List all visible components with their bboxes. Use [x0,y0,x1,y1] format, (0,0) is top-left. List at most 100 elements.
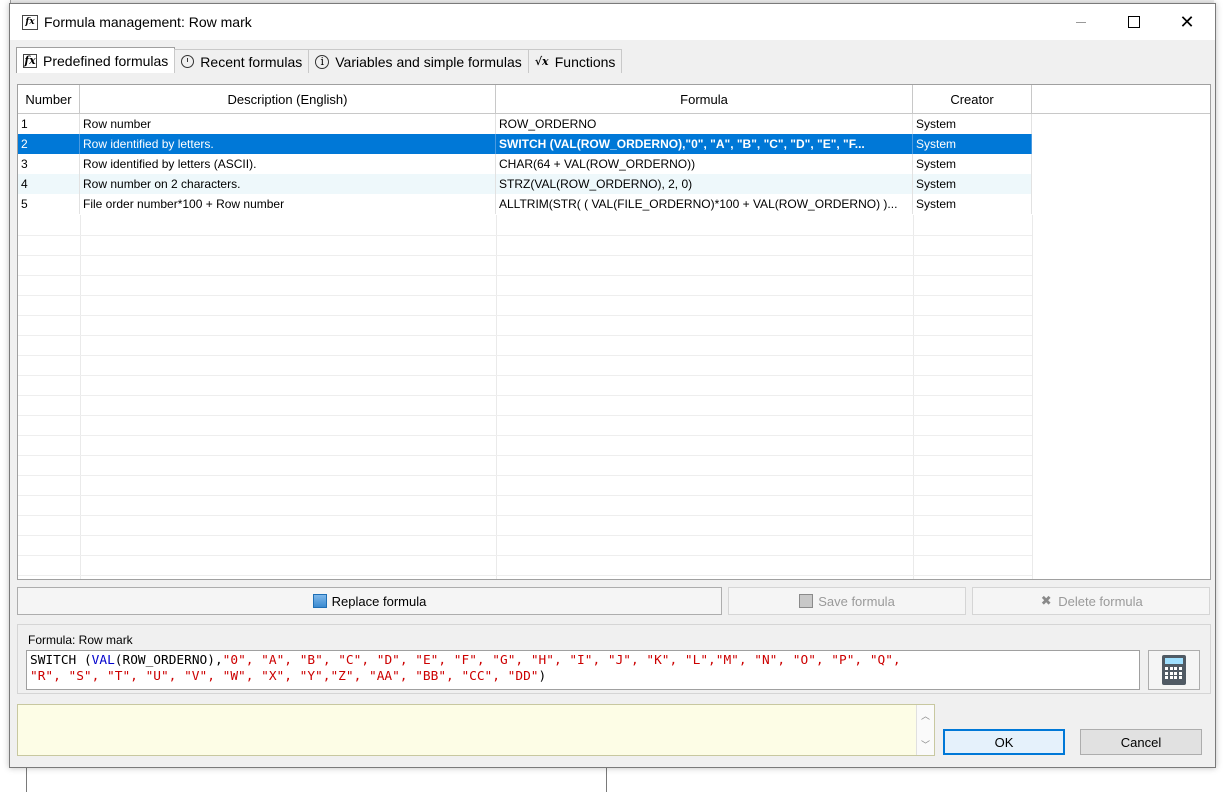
save-formula-button[interactable]: Save formula [728,587,966,615]
cell-creator: System [913,194,1032,214]
fx-icon: fx [22,15,38,30]
fx-icon: fx [23,53,37,68]
grid-hline [18,455,1032,456]
maximize-button[interactable] [1111,4,1157,40]
formula-group-label: Formula: Row mark [28,633,133,647]
cell-formula: ALLTRIM(STR( ( VAL(FILE_ORDERNO)*100 + V… [496,194,913,214]
cell-creator: System [913,114,1032,134]
cell-creator: System [913,154,1032,174]
divider [26,768,27,792]
tab-label: Variables and simple formulas [335,53,522,70]
cell-number: 4 [18,174,80,194]
grid-hline [18,275,1032,276]
close-icon: ✕ [1179,11,1195,32]
sqrt-x-icon: √x [534,55,549,68]
formula-argument: (ROW_ORDERNO), [114,653,223,668]
formula-keyword: VAL [91,653,115,668]
tab-label: Functions [554,53,616,70]
calculator-button[interactable] [1148,650,1200,690]
cell-description: Row identified by letters (ASCII). [80,154,496,174]
tab-bar: fx Predefined formulas Recent formulas i… [16,47,623,73]
tab-label: Recent formulas [200,53,303,70]
cell-formula: SWITCH (VAL(ROW_ORDERNO),"0", "A", "B", … [496,134,913,154]
header-filler [1032,85,1210,113]
grid-hline [18,395,1032,396]
cell-number: 1 [18,114,80,134]
column-header-description[interactable]: Description (English) [80,85,496,113]
close-button[interactable]: ✕ [1164,4,1210,40]
empty-grid-area [18,215,1033,579]
tab-recent-formulas[interactable]: Recent formulas [174,49,310,73]
formula-function: SWITCH [30,653,77,668]
grid-hline [18,495,1032,496]
save-formula-label: Save formula [818,593,895,609]
grid-hline [18,355,1032,356]
grid-hline [18,535,1032,536]
formula-strings-line2: "R", "S", "T", "U", "V", "W", "X", "Y","… [30,669,539,684]
maximize-icon [1128,16,1140,28]
title-bar: fx Formula management: Row mark ✕ [10,4,1215,40]
cell-creator: System [913,134,1032,154]
grid-vline [913,215,914,579]
grid-hline [18,515,1032,516]
grid-hline [18,415,1032,416]
table-row[interactable]: 4 Row number on 2 characters. STRZ(VAL(R… [18,174,1032,194]
formula-table: Number Description (English) Formula Cre… [17,84,1211,580]
formula-editor[interactable]: SWITCH (VAL(ROW_ORDERNO),"0", "A", "B", … [26,650,1140,690]
column-header-formula[interactable]: Formula [496,85,913,113]
scroll-up-icon[interactable]: ︿ [921,709,930,722]
replace-icon [312,594,327,608]
grid-vline [1032,215,1033,579]
tab-functions[interactable]: √x Functions [527,49,623,73]
info-icon: i [315,54,330,69]
column-header-creator[interactable]: Creator [913,85,1032,113]
table-row[interactable]: 1 Row number ROW_ORDERNO System [18,114,1032,134]
message-area[interactable]: ︿ ﹀ [17,704,935,756]
grid-hline [18,315,1032,316]
message-scrollbar[interactable]: ︿ ﹀ [916,705,934,755]
cell-formula: STRZ(VAL(ROW_ORDERNO), 2, 0) [496,174,913,194]
grid-hline [18,555,1032,556]
cell-formula: CHAR(64 + VAL(ROW_ORDERNO)) [496,154,913,174]
background-bottom [0,768,1225,792]
tab-variables-simple-formulas[interactable]: i Variables and simple formulas [308,49,529,73]
cancel-button[interactable]: Cancel [1080,729,1202,755]
tab-predefined-formulas[interactable]: fx Predefined formulas [16,47,176,73]
delete-icon: ✖ [1040,593,1052,608]
replace-formula-button[interactable]: Replace formula [17,587,722,615]
grid-hline [18,375,1032,376]
replace-formula-label: Replace formula [331,593,427,609]
cell-description: File order number*100 + Row number [80,194,496,214]
grid-hline [18,475,1032,476]
table-row-selected[interactable]: 2 Row identified by letters. SWITCH (VAL… [18,134,1032,154]
cell-description: Row number on 2 characters. [80,174,496,194]
table-row[interactable]: 3 Row identified by letters (ASCII). CHA… [18,154,1032,174]
formula-strings-line1: "0", "A", "B", "C", "D", "E", "F", "G", … [222,653,901,668]
grid-hline [18,235,1032,236]
minimize-button[interactable] [1058,4,1104,40]
cell-number: 3 [18,154,80,174]
table-row[interactable]: 5 File order number*100 + Row number ALL… [18,194,1032,214]
table-header: Number Description (English) Formula Cre… [18,85,1210,114]
cell-number: 2 [18,134,80,154]
delete-formula-label: Delete formula [1058,593,1143,609]
scroll-down-icon[interactable]: ﹀ [921,738,930,751]
column-header-number[interactable]: Number [18,85,80,113]
grid-hline [18,575,1032,576]
formula-close-paren: ) [538,669,547,684]
grid-hline [18,335,1032,336]
cell-description: Row number [80,114,496,134]
window-title: Formula management: Row mark [44,14,252,30]
cell-formula: ROW_ORDERNO [496,114,913,134]
delete-formula-button[interactable]: ✖ Delete formula [972,587,1210,615]
tab-label: Predefined formulas [43,52,169,69]
calculator-icon [1162,655,1186,685]
cell-description: Row identified by letters. [80,134,496,154]
save-icon [799,594,814,608]
divider [606,768,607,792]
formula-paren: ( [76,653,92,668]
grid-vline [496,215,497,579]
ok-button[interactable]: OK [943,729,1065,755]
cell-number: 5 [18,194,80,214]
clock-icon [181,55,195,68]
